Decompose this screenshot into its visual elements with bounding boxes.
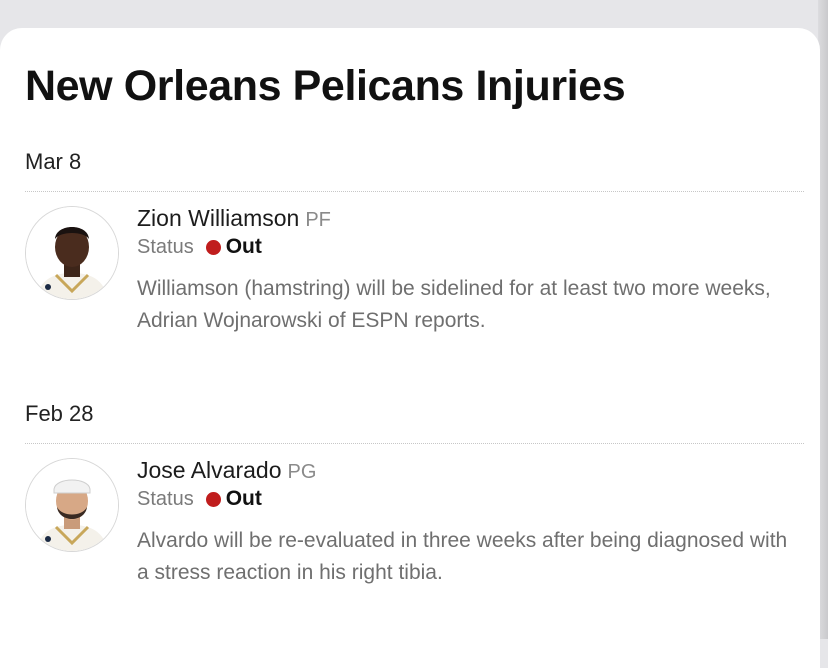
status-value: Out bbox=[225, 487, 262, 510]
player-name-row[interactable]: Jose Alvarado PG bbox=[137, 457, 316, 484]
divider bbox=[25, 191, 804, 192]
player-position: PG bbox=[287, 461, 317, 483]
player-position: PF bbox=[305, 209, 331, 231]
divider bbox=[25, 443, 804, 444]
player-avatar[interactable] bbox=[25, 206, 119, 300]
injury-note: Alvardo will be re-evaluated in three we… bbox=[137, 529, 788, 584]
injury-note: Williamson (hamstring) will be sidelined… bbox=[137, 277, 771, 332]
page-title: New Orleans Pelicans Injuries bbox=[25, 62, 626, 110]
status-value: Out bbox=[225, 235, 262, 258]
injuries-card: New Orleans Pelicans Injuries Mar 8 Zion… bbox=[0, 28, 820, 668]
player-name[interactable]: Zion Williamson bbox=[137, 205, 299, 231]
date-header: Mar 8 bbox=[25, 149, 82, 174]
status-row: Status Out bbox=[137, 487, 262, 511]
player-avatar[interactable] bbox=[25, 458, 119, 552]
status-row: Status Out bbox=[137, 235, 262, 259]
player-name[interactable]: Jose Alvarado bbox=[137, 457, 281, 483]
status-label: Status bbox=[137, 235, 194, 258]
status-label: Status bbox=[137, 487, 194, 510]
player-headshot-icon bbox=[26, 207, 118, 299]
status-dot-icon bbox=[205, 491, 221, 507]
date-header: Feb 28 bbox=[25, 401, 94, 426]
player-headshot-icon bbox=[26, 459, 118, 551]
player-name-row[interactable]: Zion Williamson PF bbox=[137, 205, 331, 232]
status-dot-icon bbox=[205, 239, 221, 255]
